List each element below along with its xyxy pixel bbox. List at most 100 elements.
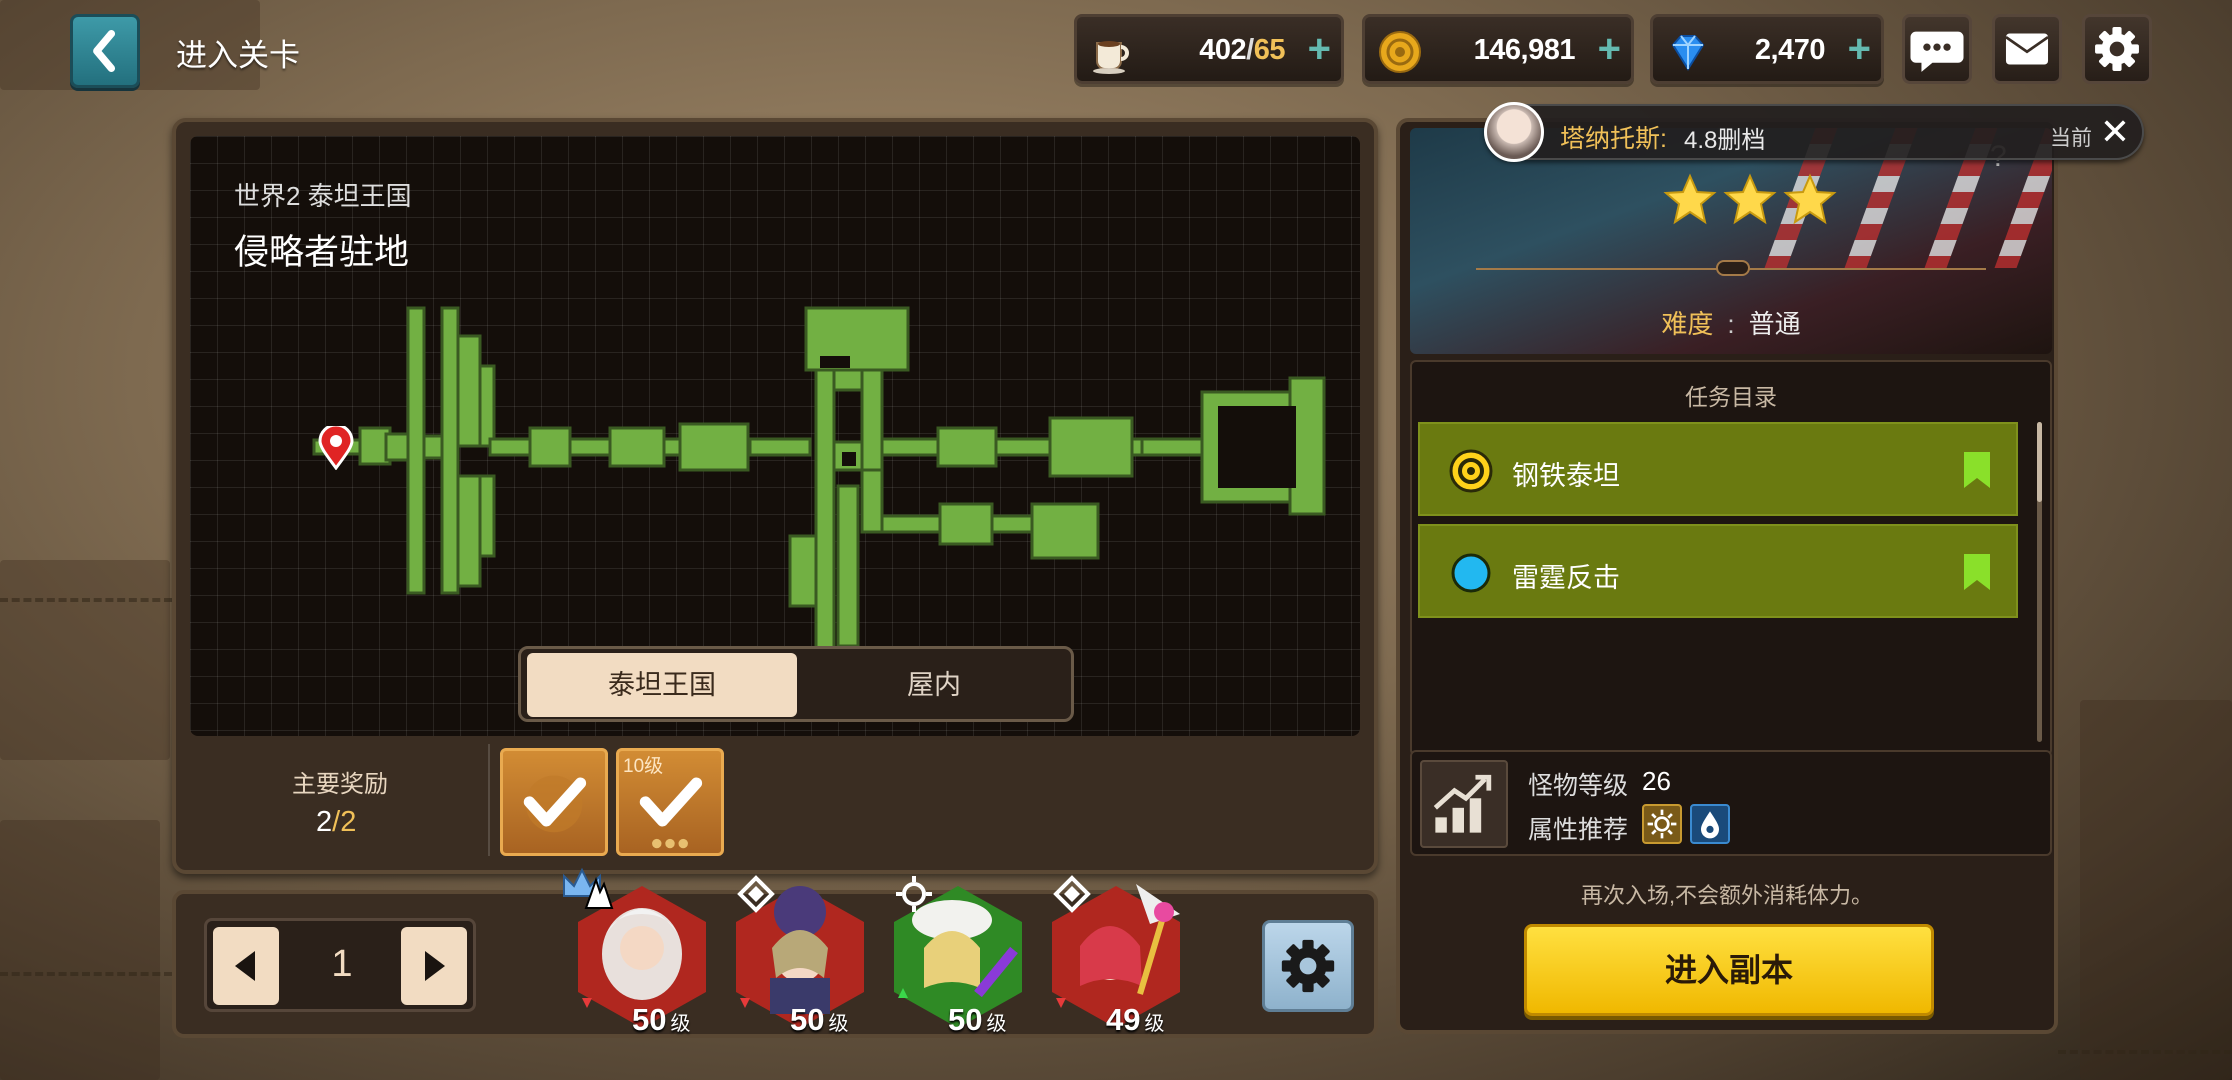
monster-level-label: 怪物等级 [1528, 772, 1629, 800]
triangle-right-icon [425, 951, 445, 981]
notice-sender: 塔纳托斯: [1560, 125, 1667, 153]
dungeon-map[interactable]: 世界2 泰坦王国 侵略者驻地 泰坦王国 屋内 [190, 136, 1360, 736]
support-class-icon [896, 876, 932, 912]
location-pin-icon [318, 426, 354, 470]
mail-button[interactable] [1992, 14, 2062, 84]
mission-item[interactable]: 钢铁泰坦 [1418, 422, 2018, 516]
difficulty: 难度: 普通 [1410, 304, 2052, 341]
settings-button[interactable] [2082, 14, 2152, 84]
hero-slot-1[interactable]: 50 级 [563, 867, 718, 1040]
level-unit: 级 [670, 1013, 691, 1035]
mission-item[interactable]: 雷霆反击 [1418, 524, 2018, 618]
stamina-counter: 402/65 + [1074, 14, 1344, 84]
reward-level-badge: 10级 [623, 756, 664, 777]
chat-button[interactable] [1902, 14, 1972, 84]
claimed-check-icon [523, 775, 587, 833]
mail-icon [2005, 33, 2049, 65]
hero-slot-3[interactable]: 50 级 [882, 874, 1034, 1040]
hero-level: 50 [790, 1002, 825, 1037]
rewards-total: 2 [340, 806, 357, 838]
star-icon [1783, 173, 1837, 225]
enter-dungeon-button[interactable]: 进入副本 [1524, 924, 1934, 1016]
difficulty-label: 难度 [1661, 309, 1714, 339]
monster-level-value: 26 [1642, 766, 1671, 796]
team-settings-button[interactable] [1262, 920, 1354, 1012]
hero-slot-2[interactable]: 50 级 [724, 874, 876, 1040]
hero-level: 50 [632, 1002, 667, 1037]
team-pager: 1 [204, 918, 476, 1012]
difficulty-value: 普通 [1748, 309, 1801, 339]
mission-name: 雷霆反击 [1512, 563, 1620, 593]
gear-icon [1281, 939, 1335, 993]
monster-level-icon-box [1420, 760, 1508, 848]
map-panel: 世界2 泰坦王国 侵略者驻地 泰坦王国 屋内 主要奖励 2/2 10级 [172, 118, 1378, 874]
reward-slot-2[interactable]: 10级 [616, 748, 724, 856]
element-recommend-label: 属性推荐 [1528, 816, 1629, 844]
gold-amount: 146,981 [1473, 34, 1576, 66]
team-page-number: 1 [331, 943, 353, 985]
gold-counter: 146,981 + [1362, 14, 1634, 84]
stamina-max: 65 [1253, 34, 1286, 66]
hero-level: 50 [948, 1002, 983, 1037]
add-stamina-button[interactable]: + [1308, 27, 1331, 71]
coffee-cup-icon [1093, 41, 1129, 74]
gem-counter: 2,470 + [1650, 14, 1884, 84]
notice-banner[interactable]: 塔纳托斯: 4.8删档 当前 ✕ [1484, 102, 2144, 162]
stamina-slash: / [1246, 34, 1254, 66]
hero-slot-4[interactable]: 49 级 [1040, 874, 1192, 1040]
mission-list: 任务目录 钢铁泰坦 雷霆反击 [1410, 360, 2052, 756]
reenter-note: 再次入场,不会额外消耗体力。 [1580, 883, 1874, 908]
stamina-current: 402 [1199, 34, 1247, 66]
stage-banner: 难度: 普通 [1410, 128, 2052, 354]
gem-amount: 2,470 [1754, 34, 1826, 66]
gear-icon [2095, 27, 2139, 71]
background-deco [2080, 700, 2232, 1080]
triangle-left-icon [235, 951, 255, 981]
banner-divider-ornament [1716, 260, 1750, 276]
star-rating [1663, 173, 1837, 225]
close-icon[interactable]: ✕ [2100, 110, 2130, 154]
notice-current-label: 当前 [2050, 127, 2092, 150]
level-unit: 级 [828, 1013, 849, 1035]
bookmark-icon [1964, 452, 1990, 488]
prev-team-button[interactable] [213, 927, 279, 1005]
stage-name: 侵略者驻地 [234, 233, 410, 272]
monster-info: 怪物等级 26 属性推荐 [1410, 750, 2052, 856]
next-team-button[interactable] [401, 927, 467, 1005]
add-gold-button[interactable]: + [1598, 27, 1621, 71]
rewards-slash: / [332, 806, 341, 838]
chat-bubble-icon [1910, 31, 1964, 72]
level-unit: 级 [1144, 1013, 1165, 1035]
back-button[interactable] [70, 14, 140, 88]
target-ring-icon [1449, 449, 1493, 493]
team-bar: 1 50 级 50 级 50 级 49 级 [172, 867, 1378, 1038]
map-tab-bar: 泰坦王国 屋内 [518, 646, 1074, 722]
chevron-left-icon [93, 29, 116, 73]
add-gem-button[interactable]: + [1848, 27, 1871, 71]
background-path [2058, 1050, 2232, 1054]
background-deco [0, 820, 160, 1080]
tab-titan-kingdom[interactable]: 泰坦王国 [527, 653, 797, 717]
diamond-icon [1671, 35, 1705, 71]
gold-coin-icon [1379, 31, 1421, 73]
notice-message: 4.8删档 [1684, 127, 1766, 154]
level-up-chart-icon [1433, 774, 1492, 833]
star-icon [1723, 173, 1777, 225]
stage-info-panel: 难度: 普通 任务目录 钢铁泰坦 雷霆反击 怪物等级 26 属性推荐 再次入场,… [1396, 118, 2058, 1034]
rewards-progress: 2/2 [316, 806, 356, 839]
mission-scrollbar[interactable] [2037, 422, 2042, 742]
ranged-class-icon [737, 875, 775, 913]
rewards-divider [488, 744, 490, 856]
level-unit: 级 [986, 1013, 1007, 1035]
mission-name: 钢铁泰坦 [1512, 461, 1620, 491]
rewards-count: 2 [316, 806, 333, 838]
background-path [0, 598, 172, 602]
avatar [1484, 102, 1544, 162]
hero-level: 49 [1106, 1002, 1141, 1037]
tab-indoor[interactable]: 屋内 [803, 653, 1065, 717]
background-path [0, 972, 172, 976]
bookmark-icon [1964, 554, 1990, 590]
reward-slot-1[interactable] [500, 748, 608, 856]
water-element-icon [1690, 804, 1730, 844]
warrior-class-icon [584, 876, 614, 909]
